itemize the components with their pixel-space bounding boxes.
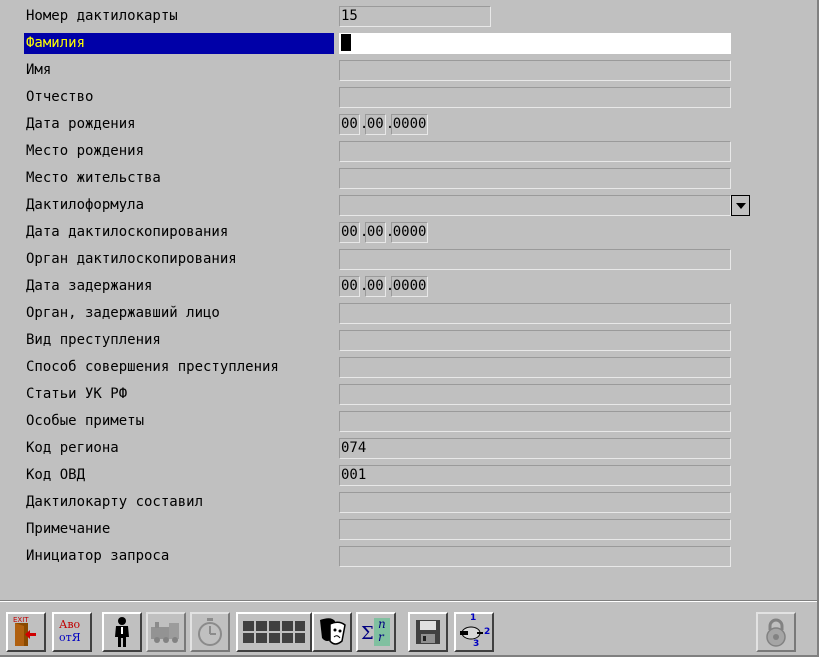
field-label: Статьи УК РФ bbox=[26, 386, 128, 402]
field-label: Вид преступления bbox=[26, 332, 161, 348]
field-label: Отчество bbox=[26, 89, 94, 105]
masks-button[interactable] bbox=[312, 612, 352, 652]
month-field[interactable]: 00 bbox=[364, 114, 386, 135]
translit-button[interactable]: Аво отЯ bbox=[52, 612, 92, 652]
date-input: 00. 00. 0000 bbox=[339, 276, 429, 297]
month-field[interactable]: 00 bbox=[364, 222, 386, 243]
person-button[interactable] bbox=[102, 612, 142, 652]
save-button[interactable] bbox=[408, 612, 448, 652]
text-field[interactable] bbox=[339, 546, 731, 567]
text-field[interactable] bbox=[339, 384, 731, 405]
field-label: Особые приметы bbox=[26, 413, 145, 429]
exit-button[interactable]: EXIT bbox=[6, 612, 46, 652]
text-field[interactable] bbox=[339, 357, 731, 378]
field-value: 001 bbox=[341, 467, 367, 483]
sigma-r: r bbox=[378, 630, 384, 644]
text-field[interactable] bbox=[339, 492, 731, 513]
text-field[interactable] bbox=[339, 249, 731, 270]
field-label: Дактилокарту составил bbox=[26, 494, 204, 510]
year-field[interactable]: 0000 bbox=[390, 222, 429, 243]
text-field[interactable] bbox=[339, 168, 731, 189]
toolbar-divider bbox=[0, 600, 817, 602]
lock-icon bbox=[766, 618, 786, 647]
train-button[interactable] bbox=[146, 612, 186, 652]
text-field[interactable] bbox=[339, 87, 731, 108]
field-label: Место рождения bbox=[26, 143, 145, 159]
date-input: 00. 00. 0000 bbox=[339, 114, 429, 135]
grid-icon bbox=[243, 621, 305, 643]
field-label: Инициатор запроса bbox=[26, 548, 170, 564]
field-label: Дата задержания bbox=[26, 278, 153, 294]
text-field[interactable] bbox=[339, 303, 731, 324]
text-cursor bbox=[341, 34, 351, 51]
translit-icon: Аво отЯ bbox=[57, 617, 87, 647]
field-label: Фамилия bbox=[24, 33, 334, 54]
person-icon bbox=[115, 617, 129, 647]
grid-button[interactable] bbox=[236, 612, 312, 652]
year-field[interactable]: 0000 bbox=[390, 114, 429, 135]
month-field[interactable]: 00 bbox=[364, 276, 386, 297]
text-field[interactable] bbox=[339, 60, 731, 81]
field-label: Номер дактилокарты bbox=[26, 8, 178, 24]
text-field[interactable]: 15 bbox=[339, 6, 491, 27]
year-field[interactable]: 0000 bbox=[390, 276, 429, 297]
steps-icon: 1 2 3 bbox=[457, 613, 491, 649]
field-label: Способ совершения преступления bbox=[26, 359, 279, 375]
text-field[interactable] bbox=[339, 141, 731, 162]
floppy-icon bbox=[416, 620, 440, 644]
translit-top-text: Аво bbox=[59, 618, 81, 631]
train-icon bbox=[151, 622, 179, 643]
dropdown-button[interactable] bbox=[731, 195, 750, 216]
stopwatch-icon bbox=[198, 618, 222, 646]
day-field[interactable]: 00 bbox=[339, 114, 360, 135]
text-field[interactable]: 074 bbox=[339, 438, 731, 459]
text-field[interactable] bbox=[339, 330, 731, 351]
chevron-down-icon bbox=[735, 202, 746, 209]
field-value: 074 bbox=[341, 440, 367, 456]
field-label: Дата дактилоскопирования bbox=[26, 224, 229, 240]
field-value: 15 bbox=[341, 8, 358, 24]
field-label: Орган, задержавший лицо bbox=[26, 305, 220, 321]
text-field[interactable]: 001 bbox=[339, 465, 731, 486]
field-label: Место жительства bbox=[26, 170, 161, 186]
app-window: Номер дактилокарты 15 Фамилия Имя Отчество Да… bbox=[0, 0, 819, 657]
dactyloformula-select[interactable] bbox=[339, 195, 731, 216]
stopwatch-button[interactable] bbox=[190, 612, 230, 652]
field-label: Код региона bbox=[26, 440, 119, 456]
text-field[interactable] bbox=[339, 33, 731, 54]
masks-icon bbox=[320, 618, 346, 645]
field-label: Код ОВД bbox=[26, 467, 86, 483]
field-label: Орган дактилоскопирования bbox=[26, 251, 237, 267]
sigma-icon: Σ n r bbox=[360, 617, 392, 647]
field-label: Дата рождения bbox=[26, 116, 136, 132]
field-label: Имя bbox=[26, 62, 52, 78]
statistics-button[interactable]: Σ n r bbox=[356, 612, 396, 652]
exit-icon: EXIT bbox=[11, 616, 41, 648]
lock-button[interactable] bbox=[756, 612, 796, 652]
sigma-n: n bbox=[378, 617, 386, 631]
date-input: 00. 00. 0000 bbox=[339, 222, 429, 243]
day-field[interactable]: 00 bbox=[339, 222, 360, 243]
translit-bottom-text: отЯ bbox=[59, 631, 81, 644]
sigma-symbol: Σ bbox=[361, 623, 374, 644]
day-field[interactable]: 00 bbox=[339, 276, 360, 297]
field-label: Примечание bbox=[26, 521, 111, 537]
steps-button[interactable]: 1 2 3 bbox=[454, 612, 494, 652]
field-label: Дактилоформула bbox=[26, 197, 145, 213]
text-field[interactable] bbox=[339, 411, 731, 432]
text-field[interactable] bbox=[339, 519, 731, 540]
